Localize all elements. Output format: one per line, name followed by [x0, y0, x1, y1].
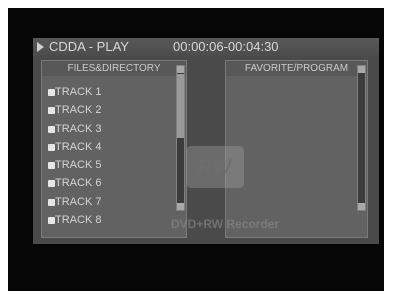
scroll-down-arrow-icon[interactable]	[358, 203, 365, 210]
track-label: TRACK 2	[55, 104, 102, 117]
track-item[interactable]: TRACK 2	[46, 101, 176, 119]
track-item[interactable]: TRACK 6	[46, 174, 176, 192]
track-label: TRACK 4	[55, 140, 102, 153]
audio-track-icon	[48, 217, 55, 225]
playback-time: 00:00:06-00:04:30	[173, 39, 279, 54]
scroll-up-arrow-icon[interactable]	[177, 66, 184, 73]
track-label: TRACK 8	[55, 214, 102, 227]
audio-track-icon	[48, 162, 55, 170]
track-list: TRACK 1 TRACK 2 TRACK 3 TRACK 4 TRACK 5	[46, 83, 176, 229]
track-label: TRACK 6	[55, 177, 102, 190]
scroll-up-arrow-icon[interactable]	[358, 66, 365, 73]
track-item[interactable]: TRACK 7	[46, 193, 176, 211]
play-icon	[37, 42, 44, 52]
rw-logo-watermark: RW	[186, 146, 244, 188]
track-item[interactable]: TRACK 3	[46, 120, 176, 138]
dvd-rw-recorder-watermark: DVD+RW Recorder	[171, 217, 280, 231]
scroll-down-arrow-icon[interactable]	[177, 203, 184, 210]
files-scrollbar[interactable]	[176, 65, 185, 211]
track-label: TRACK 1	[55, 86, 102, 98]
audio-track-icon	[48, 143, 55, 151]
files-directory-panel: FILES&DIRECTORY TRACK 1 TRACK 2 TRACK 3 …	[41, 60, 187, 238]
favorite-program-panel: FAVORITE/PROGRAM	[225, 60, 368, 238]
audio-track-icon	[48, 107, 55, 115]
track-label: TRACK 7	[55, 195, 102, 208]
status-bar: CDDA - PLAY 00:00:06-00:04:30	[33, 38, 379, 56]
audio-track-icon	[48, 180, 55, 188]
tv-screen: CDDA - PLAY 00:00:06-00:04:30 FILES&DIRE…	[8, 8, 384, 291]
track-item[interactable]: TRACK 5	[46, 156, 176, 174]
scroll-thumb[interactable]	[177, 74, 184, 138]
audio-track-icon	[48, 198, 55, 206]
track-item[interactable]: TRACK 8	[46, 211, 176, 229]
track-item[interactable]: TRACK 4	[46, 138, 176, 156]
audio-track-icon	[48, 125, 55, 133]
playback-mode: CDDA - PLAY	[49, 39, 129, 54]
favorites-scrollbar[interactable]	[357, 65, 366, 211]
track-item[interactable]: TRACK 1	[46, 83, 176, 101]
files-directory-header: FILES&DIRECTORY	[42, 61, 186, 76]
audio-track-icon	[48, 89, 55, 96]
track-label: TRACK 3	[55, 122, 102, 135]
osd-menu: CDDA - PLAY 00:00:06-00:04:30 FILES&DIRE…	[33, 38, 379, 244]
track-label: TRACK 5	[55, 159, 102, 172]
favorite-program-header: FAVORITE/PROGRAM	[226, 61, 367, 76]
